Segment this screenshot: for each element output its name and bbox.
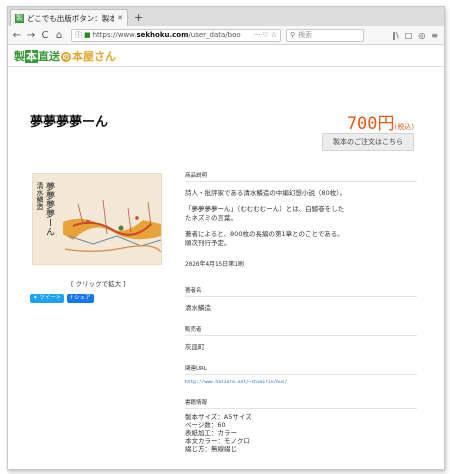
pocket-icon[interactable]: ♡	[262, 31, 268, 39]
bookmark-star-icon[interactable]: ☆	[271, 31, 277, 39]
book-info-item: 表紙加工：カラー	[185, 429, 237, 437]
site-header: 製本直送の本屋さん	[8, 46, 444, 67]
url-bar[interactable]: ⓘ ■ https://www.sekhoku.com/user_data/bo…	[71, 28, 281, 42]
related-url-link[interactable]: http://www.haizara.net/~shimirin/bus/	[185, 380, 417, 385]
logo-circle-icon: の	[61, 52, 71, 62]
book-info-item: 製本サイズ：A5サイズ	[185, 413, 252, 421]
related-url-label: 関連URL	[185, 364, 417, 375]
product-details: 商品説明 詩人・批評家である清水鱗造の中編幻想小説（80枚）。 「夢夢夢夢ーん」…	[185, 171, 417, 453]
site-favicon-icon: 製	[15, 13, 24, 23]
facebook-share-button[interactable]: f シェア	[67, 294, 94, 303]
book-info-item: 綴じ方：無線綴じ	[185, 445, 237, 453]
page-content: 製本直送の本屋さん 夢夢夢夢ーん 700円(税込) 製本のご注文はこちら 夢夢夢…	[8, 46, 444, 469]
publisher-label: 販売者	[185, 325, 417, 336]
logo-text-2: 本	[25, 50, 38, 63]
toolbar-icons: ‖\ □ ◎ ≡	[392, 31, 441, 40]
lock-icon: ■	[84, 31, 91, 39]
logo-text-5: 本屋さん	[72, 50, 116, 63]
order-button[interactable]: 製本のご注文はこちら	[322, 133, 414, 151]
menu-icon[interactable]: ≡	[431, 31, 438, 40]
description-paragraph: 「夢夢夢夢ーん」（むむむむーん）とは、白鯨巻をした たネズミの言葉。	[185, 205, 345, 222]
share-label: シェア	[74, 295, 91, 301]
facebook-icon: f	[70, 295, 73, 301]
tab-bar: 製 どこでも出版ボタン：製本直 ✕ +	[8, 7, 444, 26]
tab-close-icon[interactable]: ✕	[117, 14, 123, 22]
book-info-label: 書籍情報	[185, 398, 417, 409]
book-cover-image[interactable]: 夢夢夢夢ーん 清水鱗造	[32, 173, 162, 265]
tweet-label: ツイート	[39, 295, 62, 301]
site-logo[interactable]: 製本直送の本屋さん	[14, 48, 116, 64]
new-tab-button[interactable]: +	[134, 9, 143, 26]
description-paragraph: 詩人・批評家である清水鱗造の中編幻想小説（80枚）。	[185, 189, 346, 197]
info-icon[interactable]: ⓘ	[75, 30, 82, 40]
library-icon[interactable]: ‖\	[392, 31, 399, 40]
price-value: 700円	[346, 114, 395, 134]
logo-text-1: 製	[14, 50, 25, 63]
search-input[interactable]: ⚲ 検索	[286, 28, 364, 42]
search-icon: ⚲	[290, 31, 296, 39]
navigation-bar: ← → C ⌂ ⓘ ■ https://www.sekhoku.com/user…	[8, 26, 444, 45]
back-icon[interactable]: ←	[11, 30, 23, 41]
browser-window: 製 どこでも出版ボタン：製本直 ✕ + ← → C ⌂ ⓘ ■ https://…	[7, 6, 445, 470]
extension-icon[interactable]: ◎	[418, 31, 425, 40]
forward-icon[interactable]: →	[25, 30, 37, 41]
browser-tab[interactable]: 製 どこでも出版ボタン：製本直 ✕	[10, 9, 128, 26]
cover-author-text: 清水鱗造	[36, 182, 44, 210]
description-label: 商品説明	[185, 171, 417, 182]
reload-icon[interactable]: C	[39, 30, 51, 41]
twitter-icon: ✦	[33, 295, 38, 301]
book-title: 夢夢夢夢ーん	[30, 115, 109, 130]
publication-date: 2020年4月15日第1刷	[185, 261, 244, 268]
author-name: 清水鱗造	[185, 304, 211, 312]
url-text[interactable]: https://www.sekhoku.com/user_data/boo	[93, 31, 252, 39]
sidebar-icon[interactable]: □	[405, 31, 413, 40]
price-tax: (税込)	[394, 123, 414, 131]
share-buttons: ✦ ツイート f シェア	[30, 294, 94, 303]
book-info-item: 本文カラー：モノクロ	[185, 437, 250, 445]
description-paragraph: 著者によると、800枚の長編の第1章とのことである。 順次刊行予定。	[185, 230, 344, 247]
tab-title: どこでも出版ボタン：製本直	[27, 13, 114, 23]
publisher-name: 灰皿町	[185, 343, 205, 351]
search-placeholder: 検索	[298, 31, 313, 39]
book-info-list: 製本サイズ：A5サイズ ページ数：60 表紙加工：カラー 本文カラー：モノクロ …	[185, 413, 417, 453]
book-info-item: ページ数：60	[185, 421, 226, 429]
description: 詩人・批評家である清水鱗造の中編幻想小説（80枚）。 「夢夢夢夢ーん」（むむむむ…	[185, 189, 417, 248]
author-label: 著者名	[185, 286, 417, 297]
tweet-button[interactable]: ✦ ツイート	[30, 294, 65, 303]
page-actions-icon[interactable]: ···	[254, 31, 261, 39]
home-icon[interactable]: ⌂	[53, 30, 65, 41]
enlarge-link[interactable]: [ クリックで拡大 ]	[71, 278, 126, 288]
logo-text-3: 直送	[38, 50, 60, 63]
price: 700円(税込)	[347, 109, 414, 134]
